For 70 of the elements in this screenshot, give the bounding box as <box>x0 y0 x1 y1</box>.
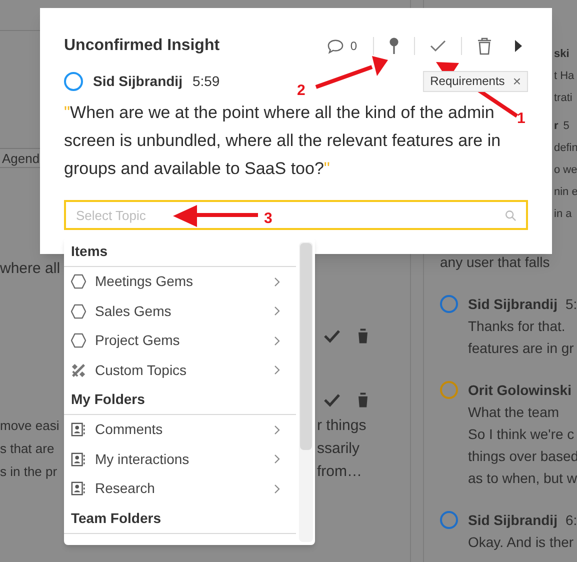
menu-item[interactable]: Research <box>64 474 296 504</box>
text-line: as to when, but w <box>468 469 577 488</box>
hexagon-icon <box>71 274 86 290</box>
callout-number: 1 <box>517 109 526 129</box>
timestamp: 5 <box>563 118 570 134</box>
menu-item[interactable]: Custom Topics <box>64 356 296 385</box>
chevron-right-icon <box>274 336 280 346</box>
chevron-right-icon <box>274 306 280 316</box>
timestamp: 6: <box>565 510 577 530</box>
author-name: r <box>554 118 558 134</box>
search-icon <box>505 210 516 221</box>
menu-item[interactable]: My interactions <box>64 444 296 474</box>
callout-number: 3 <box>264 209 272 229</box>
text-line: Thanks for that. <box>468 317 566 336</box>
pin-icon <box>389 37 399 55</box>
tag-label: Requirements <box>430 73 505 90</box>
section-header: Items <box>71 242 108 261</box>
menu-item[interactable]: Meetings Gems <box>64 267 296 296</box>
comment-count: 0 <box>350 38 357 55</box>
text-line: So I think we're c <box>468 425 576 444</box>
trash-icon <box>476 37 492 55</box>
contact-card-icon <box>71 452 86 467</box>
text-line: r things <box>317 416 366 436</box>
author-name: Sid Sijbrandij <box>468 510 558 530</box>
chevron-right-icon <box>274 454 280 464</box>
remove-tag-button[interactable]: × <box>512 74 521 88</box>
section-header: Team Folders <box>71 508 161 528</box>
quote-text: "When are we at the point where all the kind of the admin screen is unbundled, where all the relevant features are in groups and available to SaaS too?" <box>64 102 502 180</box>
text-line: s in the pr <box>0 463 58 481</box>
author-name: Sid Sijbrandij <box>468 294 558 314</box>
hexagon-icon <box>71 333 86 348</box>
comment-button[interactable]: 0 <box>319 32 365 60</box>
text-line: o we <box>554 163 577 178</box>
pencil-ruler-icon <box>71 362 86 378</box>
timestamp: 5:59 <box>192 72 220 90</box>
menu-item[interactable]: Sales Gems <box>64 296 296 326</box>
contact-card-icon <box>71 422 86 438</box>
author-name: ski <box>554 46 570 62</box>
text-line: ssarily <box>317 439 360 459</box>
chevron-right-icon <box>274 276 280 287</box>
text-line: nin e <box>554 185 577 200</box>
menu-item[interactable]: Project Gems <box>64 326 296 356</box>
chevron-right-icon <box>274 365 280 376</box>
dialog-title: Unconfirmed Insight <box>64 36 220 56</box>
text-line: move easi <box>0 417 60 435</box>
text-line: trati <box>554 91 574 106</box>
text-line: t Ha <box>554 69 576 84</box>
text-line: any user that falls <box>440 253 551 271</box>
text-line: Okay. And is ther <box>468 533 575 552</box>
contact-card-icon <box>71 481 86 496</box>
chevron-right-icon <box>274 424 280 435</box>
text-line: defin <box>554 141 577 156</box>
speaker-name: Sid Sijbrandij <box>93 72 182 91</box>
text-line: where all <box>0 259 60 279</box>
scrollbar-thumb[interactable] <box>300 243 312 450</box>
text-line: in a <box>554 207 573 222</box>
text-line: from… <box>317 462 362 482</box>
callout-number: 2 <box>297 81 306 101</box>
hexagon-icon <box>71 304 86 319</box>
speech-bubble-icon <box>327 38 344 54</box>
menu-item[interactable]: Comments <box>64 415 296 444</box>
text-line: What the team <box>468 403 560 422</box>
section-header: My Folders <box>71 390 145 409</box>
text-line: s that are <box>0 440 54 458</box>
text-line: features are in gr <box>468 339 575 358</box>
play-icon <box>514 40 522 52</box>
timestamp: 5: <box>565 294 577 314</box>
check-icon <box>430 40 446 52</box>
chevron-right-icon <box>274 484 280 494</box>
author-name: Orit Golowinski <box>468 380 572 400</box>
